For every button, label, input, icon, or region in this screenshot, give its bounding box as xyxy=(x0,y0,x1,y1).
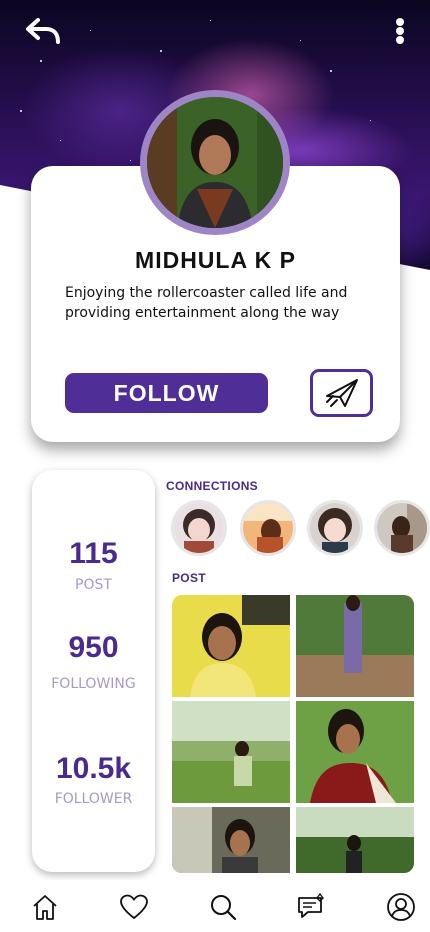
post-thumbnail[interactable] xyxy=(172,701,290,803)
send-message-button[interactable] xyxy=(310,369,373,417)
post-title: POST xyxy=(172,571,206,585)
post-thumbnail[interactable] xyxy=(172,807,290,873)
follower-label: FOLLOWER xyxy=(54,791,133,807)
heart-icon xyxy=(120,894,148,920)
search-icon xyxy=(211,895,237,921)
following-label: FOLLOWING xyxy=(51,676,136,692)
post-thumbnail[interactable] xyxy=(296,701,414,803)
post-thumbnail[interactable] xyxy=(172,595,290,697)
follow-button[interactable]: FOLLOW xyxy=(65,373,268,413)
back-button[interactable] xyxy=(24,14,64,48)
paper-plane-icon xyxy=(325,379,358,407)
profile-icon xyxy=(387,893,415,921)
more-vertical-icon xyxy=(396,18,404,26)
nav-favorites[interactable] xyxy=(116,890,152,924)
profile-avatar[interactable] xyxy=(140,90,290,235)
more-options-button[interactable] xyxy=(390,14,410,48)
connection-avatar[interactable] xyxy=(240,500,296,556)
bottom-nav xyxy=(0,880,430,932)
back-arrow-icon xyxy=(26,18,60,44)
post-count: 115 xyxy=(69,537,118,570)
post-grid xyxy=(172,595,414,873)
follower-count: 10.5k xyxy=(55,752,132,785)
home-icon xyxy=(33,895,57,920)
connection-avatar[interactable] xyxy=(171,500,227,556)
nav-search[interactable] xyxy=(205,890,241,924)
nav-profile[interactable] xyxy=(383,890,419,924)
stats-card xyxy=(32,470,155,872)
messages-icon xyxy=(298,892,324,918)
profile-bio: Enjoying the rollercoaster called life a… xyxy=(65,285,348,321)
connections-title: CONNECTIONS xyxy=(166,479,258,493)
connection-avatar[interactable] xyxy=(307,500,363,556)
post-thumbnail[interactable] xyxy=(296,807,414,873)
nav-home[interactable] xyxy=(27,890,63,924)
avatar-photo xyxy=(147,97,283,228)
following-count: 950 xyxy=(68,631,119,664)
connection-avatar[interactable] xyxy=(374,500,430,556)
profile-name: MIDHULA K P xyxy=(135,247,296,273)
post-label: POST xyxy=(75,577,112,593)
post-thumbnail[interactable] xyxy=(296,595,414,697)
nav-messages[interactable] xyxy=(294,890,330,924)
